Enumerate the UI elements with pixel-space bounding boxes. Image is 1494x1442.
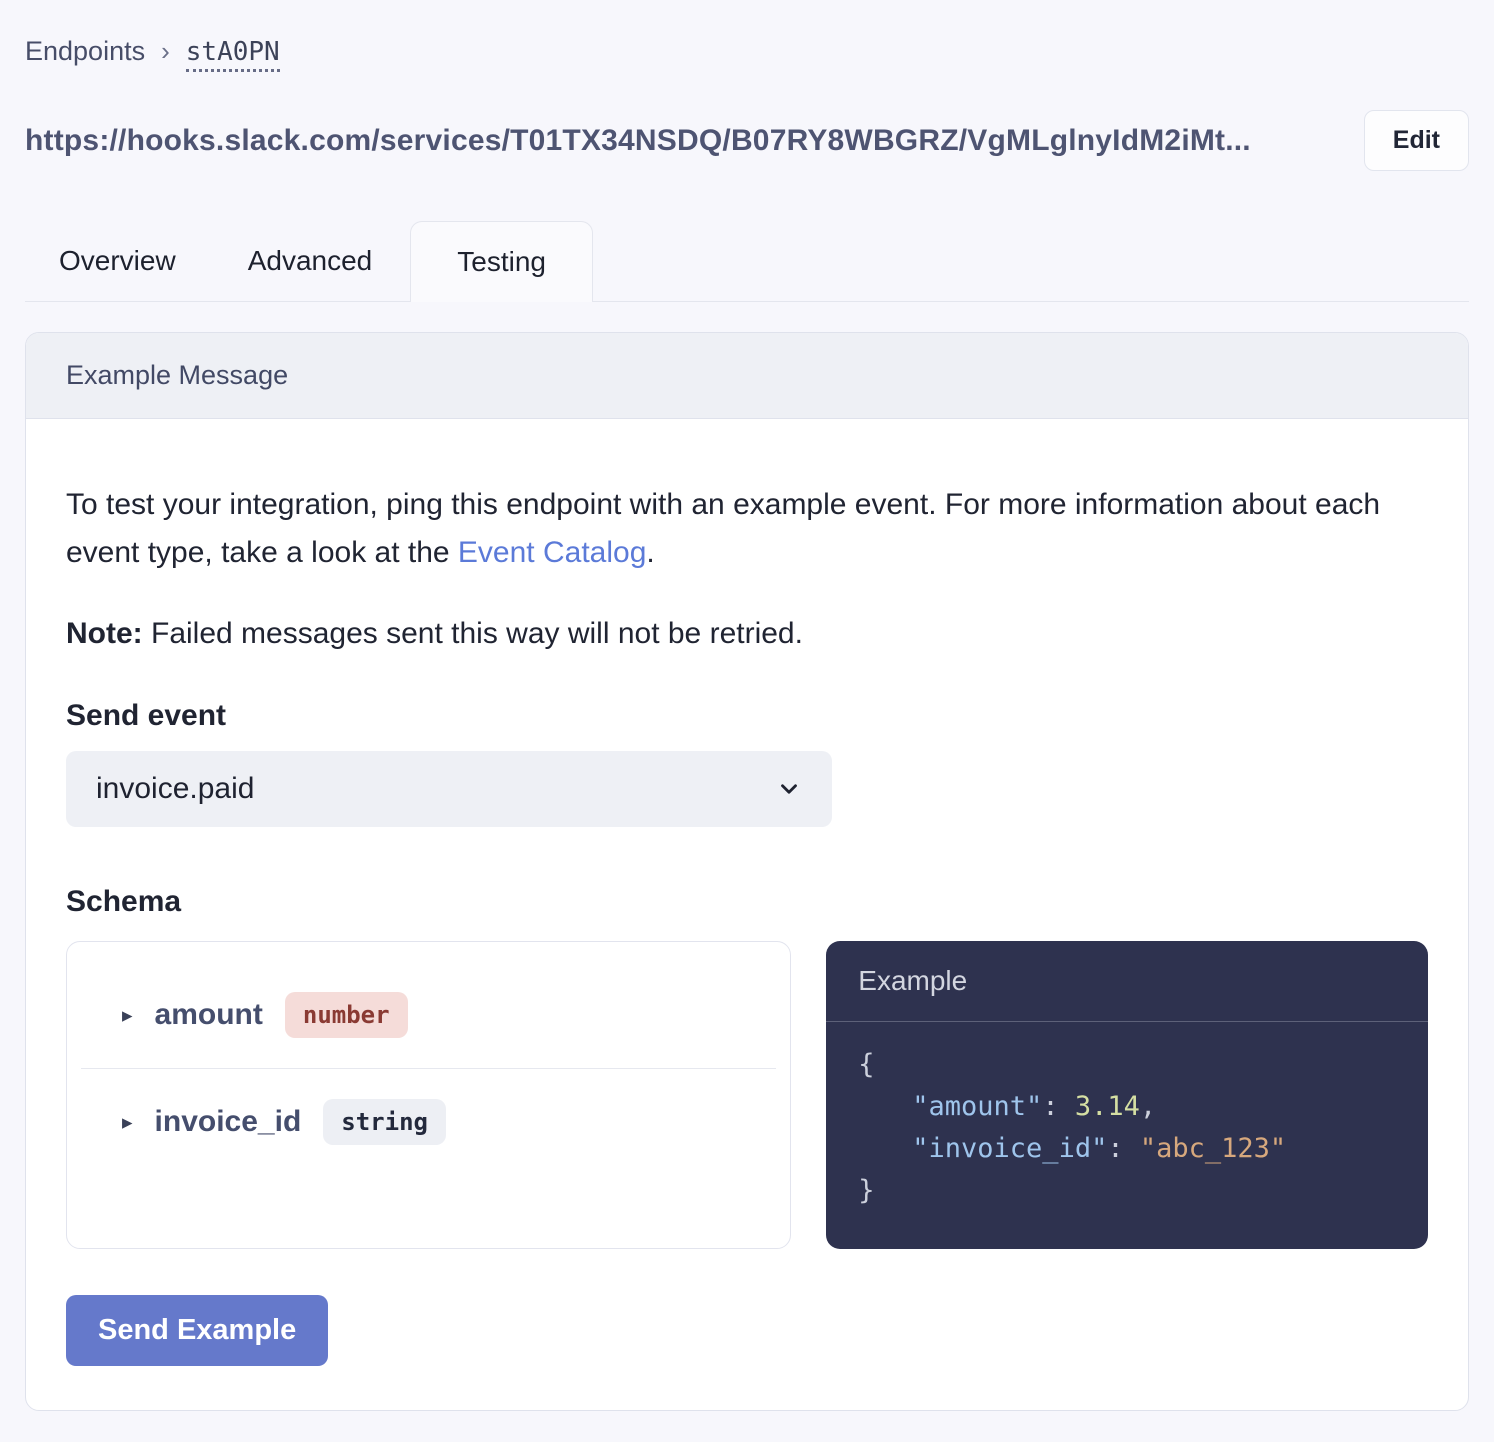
schema-row-amount[interactable]: amount number <box>67 962 790 1068</box>
card-body: To test your integration, ping this endp… <box>26 419 1468 1410</box>
event-select[interactable]: invoice.paid <box>66 751 832 827</box>
card-title: Example Message <box>26 333 1468 419</box>
json-colon: : <box>1042 1091 1075 1122</box>
type-badge-number: number <box>285 992 408 1038</box>
edit-url-button[interactable]: Edit <box>1364 110 1469 171</box>
disclosure-triangle-icon[interactable] <box>122 1112 133 1133</box>
example-message-card: Example Message To test your integration… <box>25 332 1469 1411</box>
endpoint-url-row: https://hooks.slack.com/services/T01TX34… <box>25 110 1469 171</box>
type-badge-string: string <box>323 1099 446 1145</box>
example-json-code: { "amount": 3.14, "invoice_id": "abc_123… <box>826 1022 1428 1234</box>
schema-panels: amount number invoice_id string Example … <box>66 941 1428 1249</box>
breadcrumb-endpoints-link[interactable]: Endpoints <box>25 36 145 67</box>
tab-overview[interactable]: Overview <box>25 221 210 301</box>
disclosure-triangle-icon[interactable] <box>122 1005 133 1026</box>
json-value-invoice-id: "abc_123" <box>1140 1133 1286 1164</box>
intro-text: To test your integration, ping this endp… <box>66 481 1428 577</box>
breadcrumb: Endpoints › stA0PN <box>25 0 1469 72</box>
schema-field-name: amount <box>155 998 263 1032</box>
note-label: Note: <box>66 617 143 650</box>
example-panel-title: Example <box>826 941 1428 1022</box>
note-text: Note: Failed messages sent this way will… <box>66 617 1428 651</box>
schema-panel: amount number invoice_id string <box>66 941 791 1249</box>
page: Endpoints › stA0PN https://hooks.slack.c… <box>0 0 1494 1411</box>
send-event-label: Send event <box>66 699 1428 733</box>
json-key-invoice-id: "invoice_id" <box>912 1133 1107 1164</box>
chevron-down-icon <box>776 776 802 802</box>
tab-testing[interactable]: Testing <box>410 221 593 302</box>
note-body: Failed messages sent this way will not b… <box>143 617 803 650</box>
json-value-amount: 3.14 <box>1075 1091 1140 1122</box>
schema-label: Schema <box>66 885 1428 919</box>
intro-text-after-link: . <box>646 536 654 569</box>
send-example-button[interactable]: Send Example <box>66 1295 328 1366</box>
endpoint-url: https://hooks.slack.com/services/T01TX34… <box>25 124 1251 158</box>
json-close-brace: } <box>858 1175 874 1206</box>
json-open-brace: { <box>858 1049 874 1080</box>
example-json-panel: Example { "amount": 3.14, "invoice_id": … <box>826 941 1428 1249</box>
intro-text-before-link: To test your integration, ping this endp… <box>66 488 1380 569</box>
event-catalog-link[interactable]: Event Catalog <box>458 536 646 569</box>
json-key-amount: "amount" <box>912 1091 1042 1122</box>
json-comma: , <box>1140 1091 1156 1122</box>
json-colon: : <box>1107 1133 1140 1164</box>
event-select-value: invoice.paid <box>96 772 254 806</box>
schema-field-name: invoice_id <box>155 1105 302 1139</box>
schema-row-invoice-id[interactable]: invoice_id string <box>67 1069 790 1175</box>
breadcrumb-endpoint-id[interactable]: stA0PN <box>186 37 280 72</box>
breadcrumb-chevron-icon: › <box>161 36 170 67</box>
tab-advanced[interactable]: Advanced <box>214 221 407 301</box>
tab-bar: Overview Advanced Testing <box>25 221 1469 302</box>
